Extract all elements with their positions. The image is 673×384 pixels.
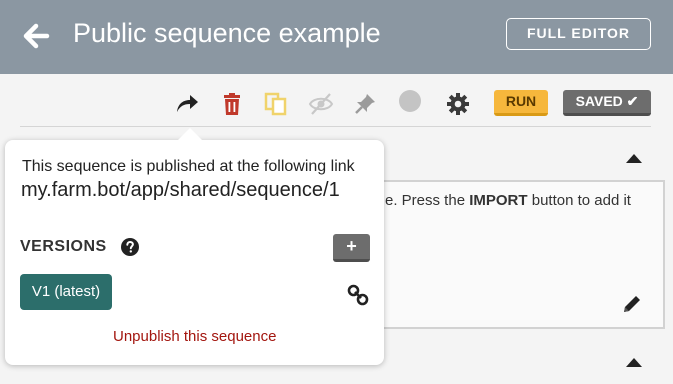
toolbar-divider	[20, 126, 651, 127]
collapse-caret-icon[interactable]	[624, 151, 644, 165]
visibility-off-icon[interactable]	[308, 91, 334, 117]
page-title: Public sequence example	[73, 18, 381, 48]
color-dot-icon[interactable]	[397, 88, 423, 114]
pin-icon[interactable]	[352, 91, 378, 117]
header-bar: Public sequence example FULL EDITOR	[0, 0, 673, 74]
back-arrow-icon[interactable]	[22, 22, 50, 50]
published-link[interactable]: my.farm.bot/app/shared/sequence/1	[21, 179, 340, 202]
run-button[interactable]: RUN	[494, 90, 548, 116]
link-icon[interactable]	[347, 284, 369, 306]
unpublish-link[interactable]: Unpublish this sequence	[113, 328, 276, 345]
copy-icon[interactable]	[263, 91, 289, 117]
full-editor-button[interactable]: FULL EDITOR	[506, 18, 651, 50]
version-chip[interactable]: V1 (latest)	[20, 274, 112, 310]
pencil-icon[interactable]	[621, 293, 643, 315]
add-version-button[interactable]: +	[333, 234, 370, 262]
trash-icon[interactable]	[219, 91, 245, 117]
share-icon[interactable]	[174, 91, 200, 117]
collapse-caret-icon[interactable]	[624, 355, 644, 369]
description-text: e. Press the IMPORT button to add it	[385, 192, 631, 209]
gear-icon[interactable]	[445, 91, 471, 117]
saved-button[interactable]: SAVED ✔	[563, 90, 651, 116]
popover-arrow	[177, 128, 203, 141]
help-icon[interactable]	[121, 238, 139, 256]
published-text: This sequence is published at the follow…	[22, 158, 355, 175]
versions-label: VERSIONS	[20, 238, 107, 255]
